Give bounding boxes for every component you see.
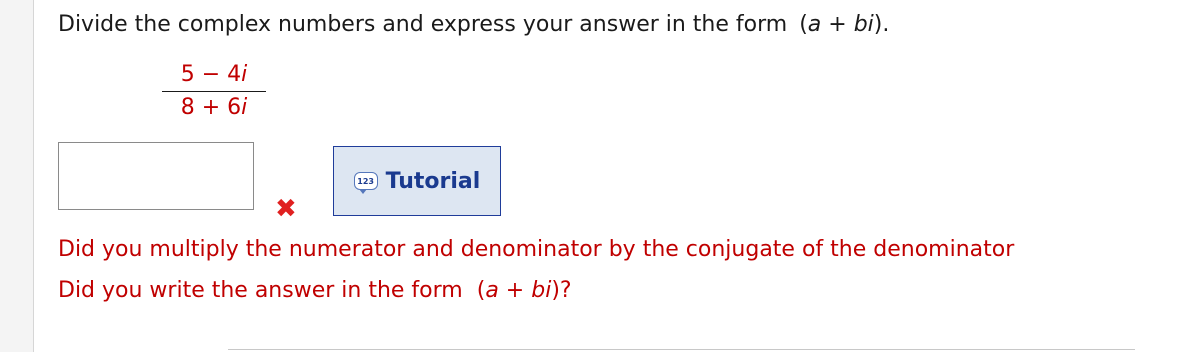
tutorial-button[interactable]: 123 Tutorial — [333, 146, 501, 216]
tutorial-label: Tutorial — [385, 168, 481, 194]
complex-fraction: 5 − 4i 8 + 6i — [162, 60, 266, 123]
fraction-numerator: 5 − 4i — [180, 62, 248, 87]
feedback-hint-2: Did you write the answer in the form (a … — [58, 278, 572, 303]
tutorial-icon: 123 — [353, 172, 378, 194]
question-prompt: Divide the complex numbers and express y… — [58, 12, 890, 37]
answer-form: (a + bi). — [799, 12, 890, 37]
incorrect-x-icon: ✖ — [275, 194, 297, 224]
question-panel: Divide the complex numbers and express y… — [58, 0, 1193, 352]
divider — [228, 349, 1135, 350]
fraction-denominator: 8 + 6i — [180, 95, 248, 120]
left-sidebar-strip — [0, 0, 34, 352]
feedback-hint-1: Did you multiply the numerator and denom… — [58, 237, 1015, 262]
answer-input[interactable] — [58, 142, 254, 210]
fraction-bar — [162, 91, 266, 92]
